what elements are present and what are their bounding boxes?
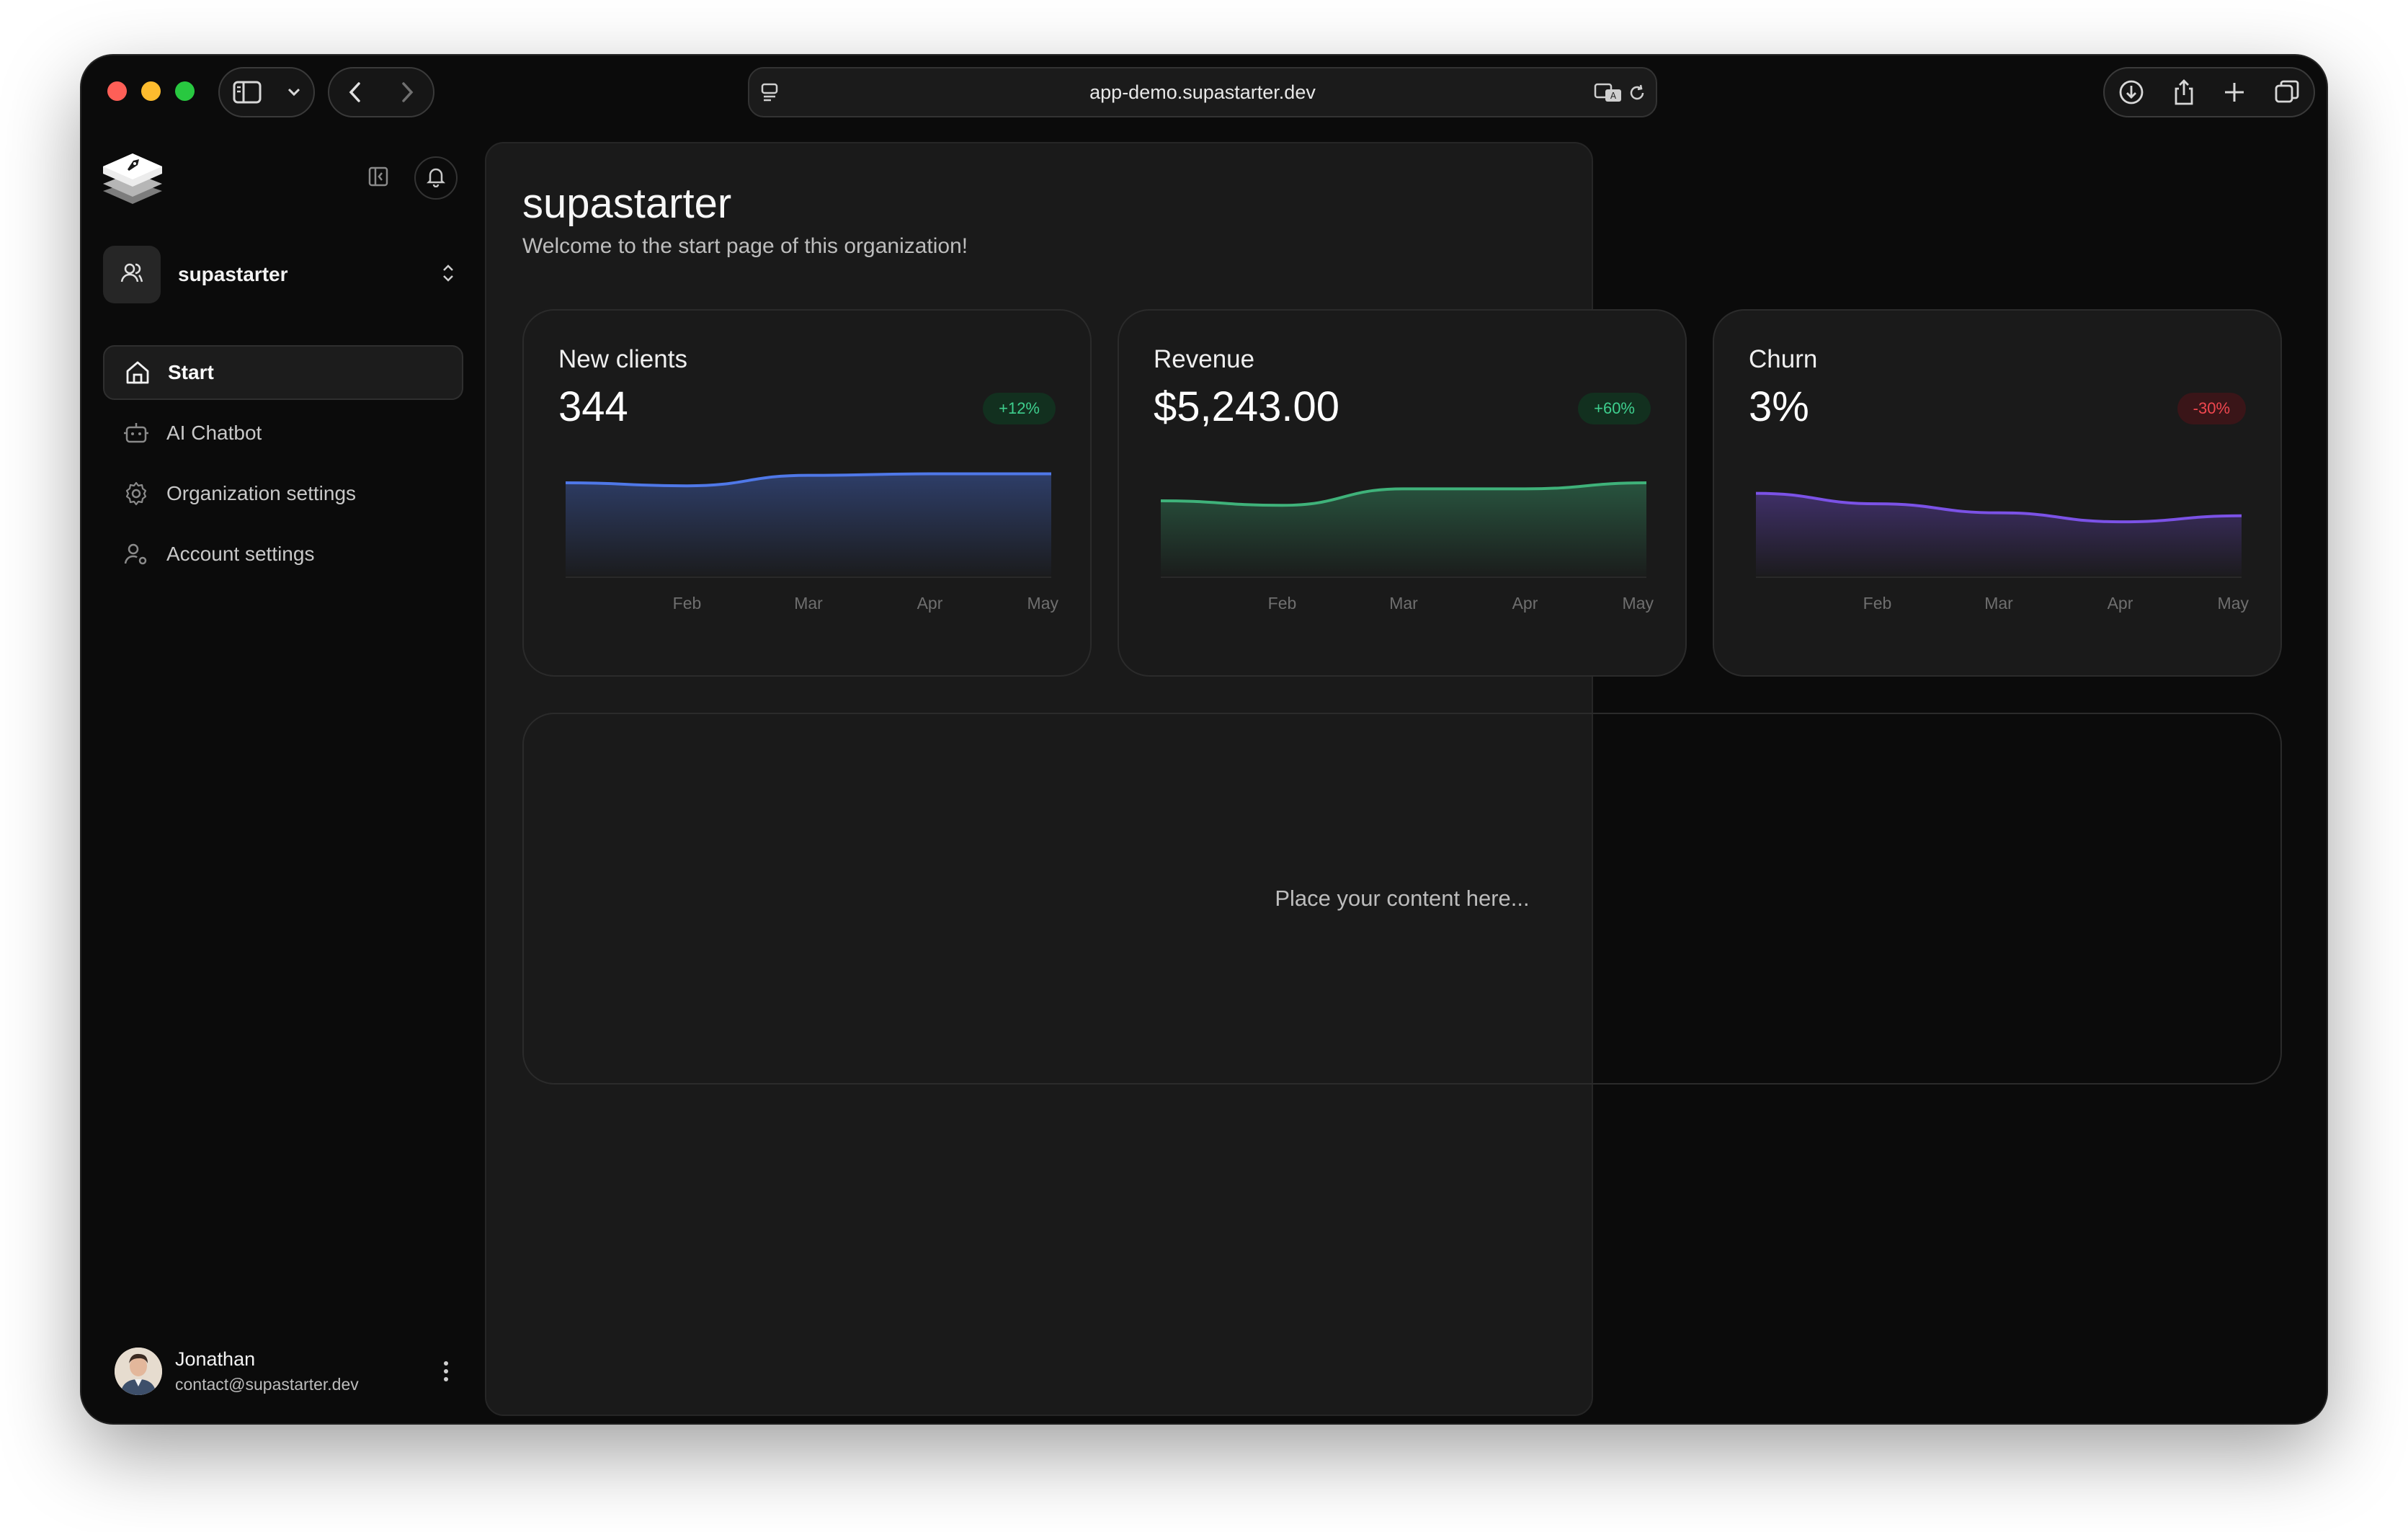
- content-placeholder-panel: Place your content here...: [522, 713, 2282, 1085]
- x-tick-label: May: [1027, 594, 1059, 613]
- sidebar-item-account-settings[interactable]: Account settings: [103, 527, 463, 582]
- x-tick-label: May: [1623, 594, 1654, 613]
- more-options-icon[interactable]: [432, 1361, 460, 1381]
- placeholder-text: Place your content here...: [1275, 886, 1530, 911]
- back-arrow-icon[interactable]: [348, 81, 362, 103]
- reload-icon[interactable]: [1627, 83, 1647, 107]
- stat-card-new-clients: New clients 344 +12% Feb Mar Apr May: [522, 309, 1092, 677]
- x-tick-label: Mar: [1389, 594, 1418, 613]
- chevron-down-icon[interactable]: [287, 87, 301, 97]
- x-tick-label: Feb: [673, 594, 702, 613]
- stat-card-revenue: Revenue $5,243.00 +60% Feb Mar Apr May: [1118, 309, 1687, 677]
- x-tick-label: Feb: [1268, 594, 1297, 613]
- forward-arrow-icon[interactable]: [400, 81, 414, 103]
- main-content: supastarter Welcome to the start page of…: [485, 142, 2282, 1416]
- bell-icon: [425, 166, 447, 191]
- page-title: supastarter: [522, 180, 732, 227]
- sidebar-item-label: Account settings: [166, 543, 315, 565]
- panel-collapse-icon: [367, 166, 389, 191]
- x-tick-label: Mar: [794, 594, 823, 613]
- user-info: Jonathan contact@supastarter.dev: [175, 1348, 432, 1394]
- share-icon[interactable]: [2172, 79, 2195, 106]
- avatar: [115, 1348, 162, 1395]
- minimize-window-button[interactable]: [141, 81, 161, 101]
- organization-switcher[interactable]: supastarter: [103, 246, 463, 303]
- sidebar-item-start[interactable]: Start: [103, 345, 463, 400]
- bot-icon: [122, 419, 151, 447]
- sidebar-item-label: AI Chatbot: [166, 422, 262, 444]
- x-tick-label: May: [2218, 594, 2249, 613]
- user-email: contact@supastarter.dev: [175, 1375, 359, 1394]
- user-menu[interactable]: Jonathan contact@supastarter.dev: [115, 1342, 460, 1400]
- close-window-button[interactable]: [107, 81, 127, 101]
- sidebar-item-organization-settings[interactable]: Organization settings: [103, 466, 463, 521]
- sidebar-item-label: Start: [168, 361, 214, 383]
- svg-text:A: A: [1610, 91, 1617, 101]
- browser-actions-group: [2103, 67, 2315, 117]
- app-logo[interactable]: [102, 152, 164, 209]
- sidebar-item-ai-chatbot[interactable]: AI Chatbot: [103, 406, 463, 460]
- user-cog-icon: [122, 540, 151, 569]
- x-tick-label: Feb: [1863, 594, 1892, 613]
- home-icon: [123, 358, 152, 387]
- x-tick-label: Apr: [2108, 594, 2133, 613]
- chart-area-fill: [1161, 483, 1646, 576]
- sidebar-nav: Start AI Chatbot Organization settings A…: [103, 345, 463, 587]
- sidebar-toggle-group: [218, 67, 315, 117]
- window-controls: [107, 81, 195, 101]
- browser-window: app-demo.supastarter.dev A supastarter S…: [81, 55, 2327, 1423]
- chart-area-fill: [1756, 493, 2242, 576]
- gear-icon: [122, 479, 151, 508]
- revenue-chart: Feb Mar Apr May: [1160, 481, 1654, 613]
- tab-overview-icon[interactable]: [2274, 79, 2300, 105]
- chevron-up-down-icon: [440, 262, 456, 288]
- churn-chart: Feb Mar Apr May: [1755, 491, 2249, 613]
- new-tab-icon[interactable]: [2223, 81, 2246, 104]
- users-icon: [120, 261, 144, 289]
- history-nav-group: [328, 67, 434, 117]
- maximize-window-button[interactable]: [175, 81, 195, 101]
- stat-card-churn: Churn 3% -30% Feb Mar Apr May: [1713, 309, 2282, 677]
- x-tick-label: Mar: [1984, 594, 2013, 613]
- organization-name: supastarter: [178, 263, 288, 285]
- translate-icon[interactable]: A: [1594, 83, 1623, 107]
- chart-area-fill: [566, 473, 1051, 576]
- page-subtitle: Welcome to the start page of this organi…: [522, 234, 968, 258]
- collapse-sidebar-button[interactable]: [364, 164, 393, 192]
- sidebar-toggle-icon[interactable]: [233, 81, 262, 104]
- x-tick-label: Apr: [917, 594, 943, 613]
- sidebar-item-label: Organization settings: [166, 482, 357, 504]
- new-clients-chart: Feb Mar Apr May: [565, 472, 1059, 613]
- notifications-button[interactable]: [414, 156, 458, 200]
- url-text: app-demo.supastarter.dev: [1089, 81, 1316, 103]
- organization-avatar: [103, 246, 161, 303]
- download-icon[interactable]: [2118, 79, 2144, 105]
- x-tick-label: Apr: [1512, 594, 1538, 613]
- user-name: Jonathan: [175, 1348, 256, 1370]
- address-bar[interactable]: app-demo.supastarter.dev A: [748, 67, 1657, 117]
